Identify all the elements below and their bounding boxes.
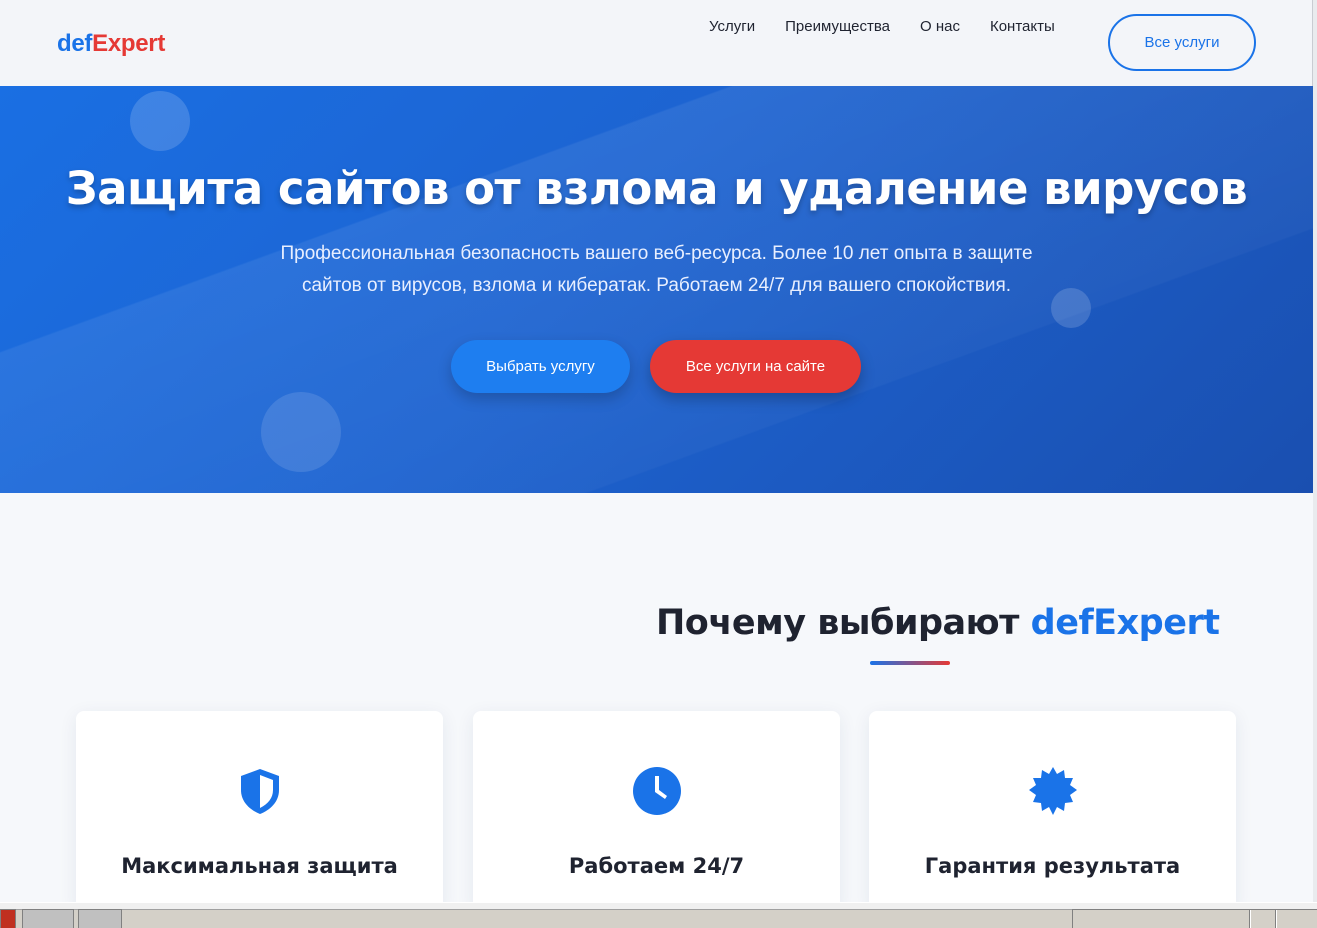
feature-card: Максимальная защита [76,711,443,911]
hero-subtitle: Профессиональная безопасность вашего веб… [280,243,1033,296]
site-header: defExpert Услуги Преимущества О нас Конт… [0,0,1313,86]
feature-card: Гарантия результата [869,711,1236,911]
vertical-scrollbar[interactable] [1313,0,1317,902]
hero-section: Защита сайтов от взлома и удаление вирус… [0,86,1313,493]
all-services-button[interactable]: Все услуги [1108,14,1256,71]
start-icon[interactable] [0,909,16,928]
nav-link-about[interactable]: О нас [920,18,960,35]
browser-icon[interactable] [22,909,74,928]
hero-decor-circle [261,392,341,472]
badge-icon [1028,767,1077,815]
tray-separator [1249,910,1251,928]
choose-service-button[interactable]: Выбрать услугу [451,340,630,393]
hero-decor-circle [1051,288,1091,328]
tray-separator [1275,910,1277,928]
feature-card-title: Работаем 24/7 [568,854,745,878]
feature-card: Работаем 24/7 [473,711,840,911]
nav-link-advantages[interactable]: Преимущества [785,18,890,35]
logo-part-expert: Expert [92,30,166,57]
logo-part-def: def [57,30,93,57]
feature-card-title: Максимальная защита [121,854,398,878]
notepad-icon[interactable] [78,909,122,928]
feature-card-title: Гарантия результата [924,854,1181,878]
all-services-on-site-button[interactable]: Все услуги на сайте [650,340,861,393]
features-title: Почему выбирают defExpert [656,603,1220,643]
features-title-prefix: Почему выбирают [656,603,1031,643]
hero-decor-circle [130,91,190,151]
features-title-brand: defExpert [1030,603,1220,643]
os-taskbar [0,902,1317,928]
clock-icon [632,767,681,815]
nav-link-services[interactable]: Услуги [709,18,755,35]
shield-icon [240,769,279,814]
title-underline [870,661,950,665]
logo[interactable]: defExpert [57,30,165,58]
system-tray [1072,909,1317,928]
nav-link-contacts[interactable]: Контакты [990,18,1055,35]
main-nav: Услуги Преимущества О нас Контакты [709,18,1085,35]
hero-title: Защита сайтов от взлома и удаление вирус… [65,162,1248,215]
